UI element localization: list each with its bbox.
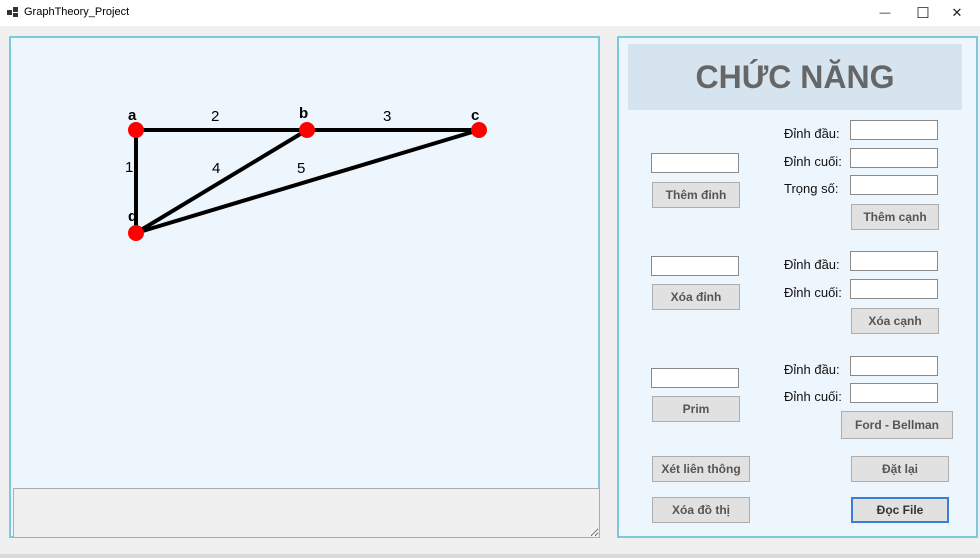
edge-weight-c-d: 5 xyxy=(297,160,305,177)
edge-weight-a-b: 2 xyxy=(211,108,219,125)
window-title: GraphTheory_Project xyxy=(24,6,130,18)
function-panel: CHỨC NĂNG Thêm đỉnh Đỉnh đầu: Đỉnh cuối:… xyxy=(617,36,978,538)
add-edge-end-input[interactable] xyxy=(850,148,938,168)
delete-edge-start-label: Đỉnh đầu: xyxy=(784,257,840,272)
output-textbox[interactable] xyxy=(13,488,600,538)
add-edge-end-label: Đỉnh cuối: xyxy=(784,154,842,169)
delete-vertex-input[interactable] xyxy=(651,256,739,276)
maximize-icon: ☐ xyxy=(916,5,930,22)
add-edge-weight-input[interactable] xyxy=(850,175,938,195)
delete-vertex-button[interactable]: Xóa đỉnh xyxy=(652,284,740,310)
read-file-button[interactable]: Đọc File xyxy=(851,497,949,523)
ford-bellman-end-label: Đỉnh cuối: xyxy=(784,389,842,404)
add-edge-start-label: Đỉnh đầu: xyxy=(784,126,840,141)
close-icon: ✕ xyxy=(951,5,963,20)
ford-bellman-start-label: Đỉnh đầu: xyxy=(784,362,840,377)
add-edge-start-input[interactable] xyxy=(850,120,938,140)
add-vertex-input[interactable] xyxy=(651,153,739,173)
delete-edge-button[interactable]: Xóa cạnh xyxy=(851,308,939,334)
add-edge-weight-label: Trọng số: xyxy=(784,181,839,196)
graph-canvas[interactable]: 2 3 1 4 5 a b c d xyxy=(11,38,598,486)
reset-button[interactable]: Đặt lại xyxy=(851,456,949,482)
graph-canvas-panel: 2 3 1 4 5 a b c d xyxy=(9,36,600,538)
vertex-label-d: d xyxy=(128,208,137,225)
connectivity-button[interactable]: Xét liên thông xyxy=(652,456,750,482)
function-header: CHỨC NĂNG xyxy=(628,44,962,110)
ford-bellman-end-input[interactable] xyxy=(850,383,938,403)
vertex-c[interactable] xyxy=(471,122,487,138)
prim-button[interactable]: Prim xyxy=(652,396,740,422)
ford-bellman-button[interactable]: Ford - Bellman xyxy=(841,411,953,439)
vertex-label-b: b xyxy=(299,105,308,122)
edge-c-d xyxy=(135,128,480,235)
vertex-b[interactable] xyxy=(299,122,315,138)
ford-bellman-start-input[interactable] xyxy=(850,356,938,376)
edge-weight-b-c: 3 xyxy=(383,108,391,125)
minimize-icon: — xyxy=(879,7,891,19)
add-vertex-button[interactable]: Thêm đỉnh xyxy=(652,182,740,208)
window-bottom-edge xyxy=(0,554,980,558)
edge-b-d xyxy=(134,128,309,235)
close-button[interactable]: ✕ xyxy=(934,0,980,26)
edge-weight-b-d: 4 xyxy=(212,160,220,177)
vertex-a[interactable] xyxy=(128,122,144,138)
add-edge-button[interactable]: Thêm cạnh xyxy=(851,204,939,230)
delete-edge-start-input[interactable] xyxy=(850,251,938,271)
title-bar: GraphTheory_Project — ☐ ✕ xyxy=(0,0,980,26)
vertex-label-a: a xyxy=(128,107,137,124)
vertex-label-c: c xyxy=(471,107,479,124)
edge-weight-a-d: 1 xyxy=(125,159,133,176)
delete-edge-end-label: Đỉnh cuối: xyxy=(784,285,842,300)
app-icon xyxy=(6,5,20,19)
prim-input[interactable] xyxy=(651,368,739,388)
delete-graph-button[interactable]: Xóa đồ thị xyxy=(652,497,750,523)
vertex-d[interactable] xyxy=(128,225,144,241)
delete-edge-end-input[interactable] xyxy=(850,279,938,299)
